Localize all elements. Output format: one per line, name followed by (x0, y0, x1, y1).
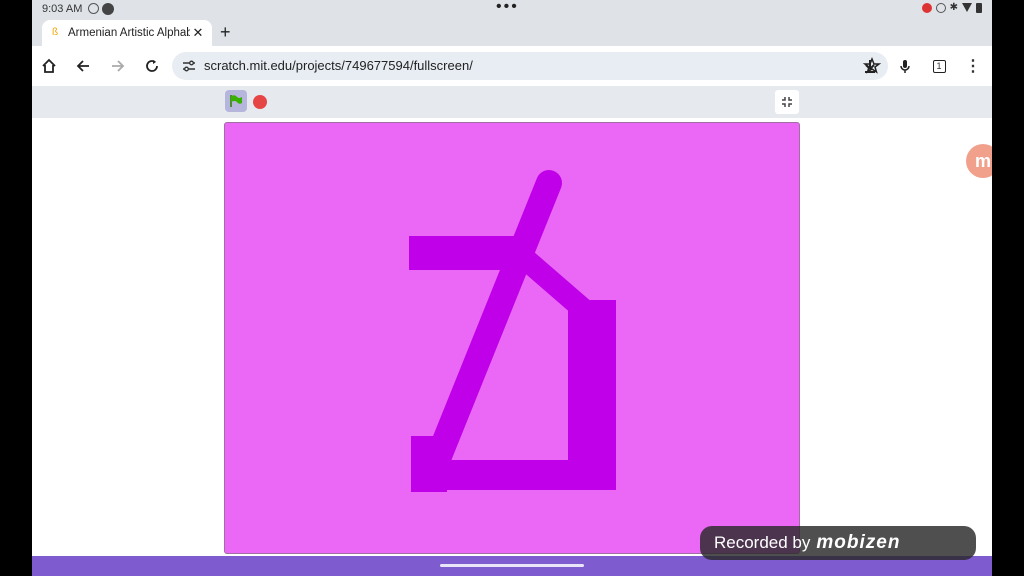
collapse-icon (782, 97, 792, 107)
recording-watermark: Recorded by mobizen (700, 526, 976, 560)
settings-status-icon (88, 3, 99, 14)
close-icon[interactable]: ✕ (190, 25, 206, 41)
url-text: scratch.mit.edu/projects/749677594/fulls… (204, 58, 473, 73)
watermark-brand: mobizen (816, 532, 901, 553)
forward-arrow-icon[interactable] (107, 55, 129, 77)
exit-fullscreen-button[interactable] (775, 90, 799, 114)
reload-icon[interactable] (141, 55, 163, 77)
multitask-dots-icon[interactable]: ••• (496, 0, 519, 16)
wifi-icon (962, 3, 972, 12)
address-bar[interactable]: scratch.mit.edu/projects/749677594/fulls… (172, 52, 888, 80)
tab-title: Armenian Artistic Alphabet (68, 27, 190, 39)
download-icon[interactable] (859, 55, 881, 77)
glyph-bottom-bar (425, 460, 616, 490)
stop-button[interactable] (253, 95, 267, 109)
home-icon[interactable] (38, 55, 60, 77)
green-flag-button[interactable] (225, 90, 247, 112)
recording-icon (921, 2, 932, 13)
device-screen: 9:03 AM ••• ✱ ß Armenian Artistic Alphab… (32, 0, 992, 576)
project-stage[interactable] (224, 122, 800, 554)
glyph-slant-stroke (515, 248, 591, 318)
site-info-icon[interactable] (180, 57, 198, 75)
mic-icon[interactable] (894, 55, 916, 77)
mobizen-floating-icon[interactable]: m (966, 144, 992, 178)
dnd-icon (935, 2, 946, 13)
battery-icon (976, 2, 982, 13)
tab-count-icon[interactable]: 1 (928, 55, 950, 77)
green-flag-icon (230, 95, 242, 107)
tab-strip: ß Armenian Artistic Alphabet ✕ + (32, 18, 992, 46)
browser-toolbar: scratch.mit.edu/projects/749677594/fulls… (32, 46, 992, 86)
tab-armenian-alphabet[interactable]: ß Armenian Artistic Alphabet ✕ (42, 20, 212, 46)
status-time: 9:03 AM (42, 3, 83, 15)
status-bar: 9:03 AM ••• ✱ (32, 0, 992, 18)
status-icons: ✱ (921, 2, 982, 13)
scratch-favicon-icon: ß (52, 27, 59, 38)
glyph-diagonal-stroke (424, 170, 562, 474)
bluetooth-icon: ✱ (949, 2, 958, 13)
new-tab-icon[interactable]: + (220, 22, 231, 43)
scratch-controls-bar (32, 86, 992, 118)
watermark-text: Recorded by (714, 533, 811, 552)
armenian-letter-drawing (409, 170, 616, 492)
back-arrow-icon[interactable] (72, 55, 94, 77)
home-indicator[interactable] (440, 564, 584, 567)
mobizen-status-icon (102, 3, 114, 15)
more-vert-icon[interactable]: ⋮ (962, 55, 984, 77)
tab-count: 1 (932, 59, 946, 73)
